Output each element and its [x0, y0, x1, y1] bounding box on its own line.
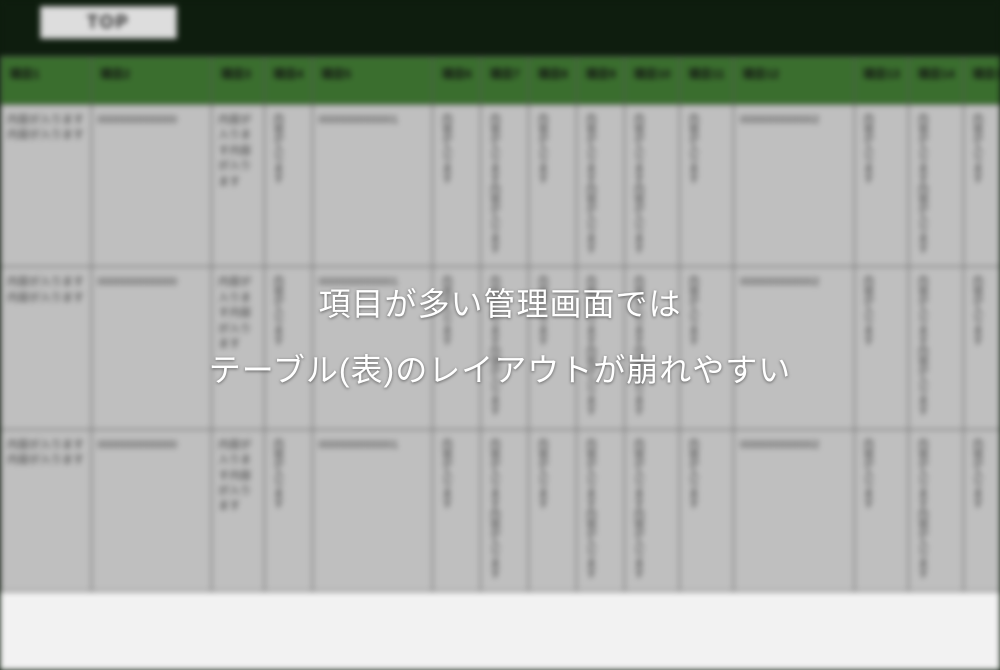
topbar: TOP — [0, 0, 1000, 56]
table-cell: 内容が入ります — [679, 429, 733, 591]
table-header-cell: 項目1 — [1, 57, 92, 105]
table-cell: 内容が入ります — [854, 267, 909, 429]
table-cell: 内容が入ります — [854, 429, 909, 591]
table-cell: 内容が入ります — [529, 105, 577, 267]
table-header-cell: 項目15 — [963, 57, 1000, 105]
table-cell: 内容が入ります内容が入ります — [481, 267, 529, 429]
table-cell: 内容が入ります内容が入ります — [909, 105, 964, 267]
table-cell: 内容が入ります内容が入ります — [212, 267, 264, 429]
table-header-cell: 項目7 — [481, 57, 529, 105]
table-row: 内容が入ります内容が入ります0000000000000内容が入ります内容が入りま… — [1, 105, 1000, 267]
table-cell: 内容が入ります — [529, 267, 577, 429]
table-header-cell: 項目13 — [854, 57, 909, 105]
table-header-cell: 項目10 — [625, 57, 680, 105]
table-cell: 内容が入ります内容が入ります — [1, 267, 92, 429]
table-header-cell: 項目8 — [529, 57, 577, 105]
table-header-cell: 項目4 — [264, 57, 312, 105]
table-cell: 0000000000000 — [91, 105, 212, 267]
top-button[interactable]: TOP — [40, 6, 177, 39]
table-cell: 内容が入ります内容が入ります — [577, 105, 625, 267]
table-header-cell: 項目14 — [909, 57, 964, 105]
table-header-cell: 項目6 — [433, 57, 481, 105]
table-cell: 内容が入ります内容が入ります — [481, 429, 529, 591]
table-cell: 0000000000001 — [312, 429, 433, 591]
table-cell: 内容が入ります — [264, 267, 312, 429]
table-header-row: 項目1項目2項目3項目4項目5項目6項目7項目8項目9項目10項目11項目12項… — [1, 57, 1000, 105]
table-cell: 0000000000002 — [733, 105, 854, 267]
table-container: 項目1項目2項目3項目4項目5項目6項目7項目8項目9項目10項目11項目12項… — [0, 56, 1000, 670]
table-cell: 0000000000002 — [733, 267, 854, 429]
table-cell: 内容が入ります — [679, 105, 733, 267]
table-cell: 内容が入ります内容が入ります — [212, 105, 264, 267]
table-row: 内容が入ります内容が入ります0000000000000内容が入ります内容が入りま… — [1, 429, 1000, 591]
table-header-cell: 項目3 — [212, 57, 264, 105]
table-cell: 内容が入ります内容が入ります — [625, 267, 680, 429]
table-cell: 内容が入ります — [854, 105, 909, 267]
table-cell: 内容が入ります内容が入ります — [577, 429, 625, 591]
table-cell: 内容が入ります内容が入ります — [1, 105, 92, 267]
table-cell: 内容が入ります — [963, 267, 1000, 429]
table-cell: 内容が入ります — [963, 105, 1000, 267]
table-cell: 内容が入ります内容が入ります — [1, 429, 92, 591]
table-header-cell: 項目11 — [679, 57, 733, 105]
table-cell: 内容が入ります — [433, 105, 481, 267]
table-cell: 内容が入ります内容が入ります — [625, 105, 680, 267]
data-table: 項目1項目2項目3項目4項目5項目6項目7項目8項目9項目10項目11項目12項… — [0, 56, 1000, 592]
table-cell: 0000000000000 — [91, 267, 212, 429]
table-cell: 内容が入ります — [433, 429, 481, 591]
table-cell: 内容が入ります — [679, 267, 733, 429]
table-header-cell: 項目5 — [312, 57, 433, 105]
table-cell: 内容が入ります内容が入ります — [625, 429, 680, 591]
table-cell: 内容が入ります内容が入ります — [909, 429, 964, 591]
table-cell: 内容が入ります — [433, 267, 481, 429]
table-cell: 内容が入ります内容が入ります — [212, 429, 264, 591]
table-header-cell: 項目9 — [577, 57, 625, 105]
table-cell: 内容が入ります内容が入ります — [909, 267, 964, 429]
blurred-admin-screen: TOP 項目1項目2項目3項目4項目5項目6項目7項目8項目9項目10項目11項… — [0, 0, 1000, 670]
table-cell: 0000000000000 — [91, 429, 212, 591]
table-row: 内容が入ります内容が入ります0000000000000内容が入ります内容が入りま… — [1, 267, 1000, 429]
table-cell: 内容が入ります — [264, 105, 312, 267]
table-cell: 0000000000001 — [312, 267, 433, 429]
table-cell: 0000000000002 — [733, 429, 854, 591]
table-header-cell: 項目2 — [91, 57, 212, 105]
table-cell: 0000000000001 — [312, 105, 433, 267]
table-cell: 内容が入ります — [963, 429, 1000, 591]
table-cell: 内容が入ります内容が入ります — [577, 267, 625, 429]
table-cell: 内容が入ります — [264, 429, 312, 591]
table-cell: 内容が入ります内容が入ります — [481, 105, 529, 267]
table-cell: 内容が入ります — [529, 429, 577, 591]
table-header-cell: 項目12 — [733, 57, 854, 105]
